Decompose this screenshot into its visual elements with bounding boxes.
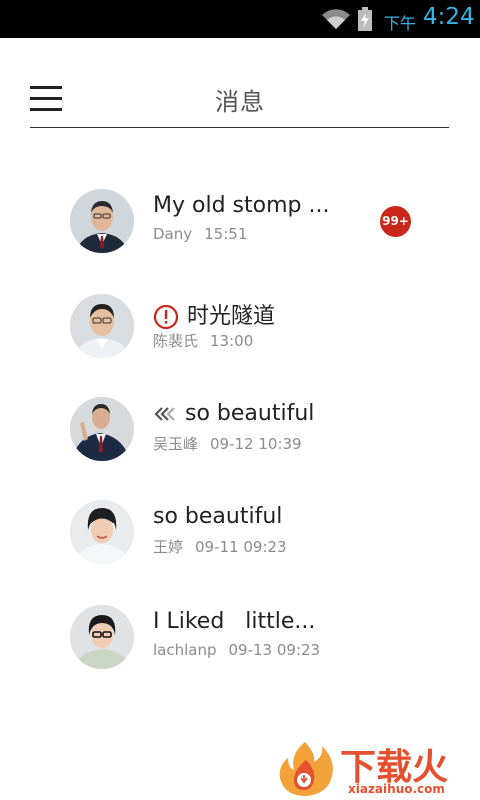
message-meta: 王婷 09-11 09:23 bbox=[153, 536, 287, 557]
message-time: 09-11 09:23 bbox=[195, 538, 287, 556]
message-meta: lachlanp 09-13 09:23 bbox=[153, 641, 320, 659]
message-meta: Dany 15:51 bbox=[153, 225, 247, 243]
wifi-icon bbox=[322, 9, 350, 29]
double-chevron-left-icon bbox=[154, 407, 175, 421]
status-bar: 下午 4:24 bbox=[0, 0, 480, 38]
avatar bbox=[70, 397, 134, 461]
message-sender: Dany bbox=[153, 225, 193, 243]
message-meta: 陈裴氏 13:00 bbox=[153, 330, 253, 351]
message-title-text: so beautiful bbox=[153, 504, 283, 529]
watermark: 下载火 xiazaihuo.com bbox=[272, 738, 477, 798]
message-time: 09-12 10:39 bbox=[210, 435, 302, 453]
message-meta: 吴玉峰 09-12 10:39 bbox=[153, 433, 302, 454]
list-item-message-3[interactable]: so beautiful 吴玉峰 09-12 10:39 bbox=[60, 397, 440, 477]
header-divider bbox=[30, 127, 449, 128]
avatar bbox=[70, 500, 134, 564]
battery-charging-icon bbox=[358, 7, 372, 31]
message-sender: 王婷 bbox=[153, 538, 184, 556]
status-ampm: 下午 bbox=[384, 14, 417, 33]
list-item-message-4[interactable]: so beautiful 王婷 09-11 09:23 bbox=[60, 500, 440, 580]
message-title: My old stomp ... bbox=[153, 193, 329, 218]
message-time: 09-13 09:23 bbox=[228, 641, 321, 659]
alert-circle-icon bbox=[153, 304, 179, 330]
avatar bbox=[70, 294, 134, 358]
status-time: 4:24 bbox=[423, 4, 475, 30]
avatar bbox=[70, 605, 134, 669]
message-title: so beautiful bbox=[153, 504, 282, 529]
watermark-url: xiazaihuo.com bbox=[348, 782, 445, 796]
flame-logo-icon bbox=[279, 742, 333, 796]
list-item-message-5[interactable]: I Liked little... lachlanp 09-13 09:23 bbox=[60, 605, 440, 685]
message-title: I Liked little... bbox=[153, 609, 315, 634]
message-sender: lachlanp bbox=[153, 641, 217, 659]
page-title: 消息 bbox=[215, 88, 265, 116]
message-title: 时光隧道 bbox=[153, 298, 275, 330]
message-sender: 陈裴氏 bbox=[153, 332, 199, 350]
unread-badge: 99+ bbox=[380, 206, 411, 237]
message-time: 13:00 bbox=[210, 332, 254, 350]
message-title-text: My old stomp ... bbox=[153, 193, 330, 218]
message-title-text: 时光隧道 bbox=[187, 304, 276, 329]
list-item-message-1[interactable]: My old stomp ... Dany 15:51 99+ bbox=[60, 189, 440, 269]
message-title-text: so beautiful bbox=[185, 401, 315, 426]
message-sender: 吴玉峰 bbox=[153, 435, 199, 453]
message-time: 15:51 bbox=[204, 225, 248, 243]
avatar bbox=[70, 189, 134, 253]
list-item-message-2[interactable]: 时光隧道 陈裴氏 13:00 bbox=[60, 294, 440, 374]
message-title-text: I Liked little... bbox=[153, 609, 316, 634]
message-title: so beautiful bbox=[153, 401, 314, 426]
